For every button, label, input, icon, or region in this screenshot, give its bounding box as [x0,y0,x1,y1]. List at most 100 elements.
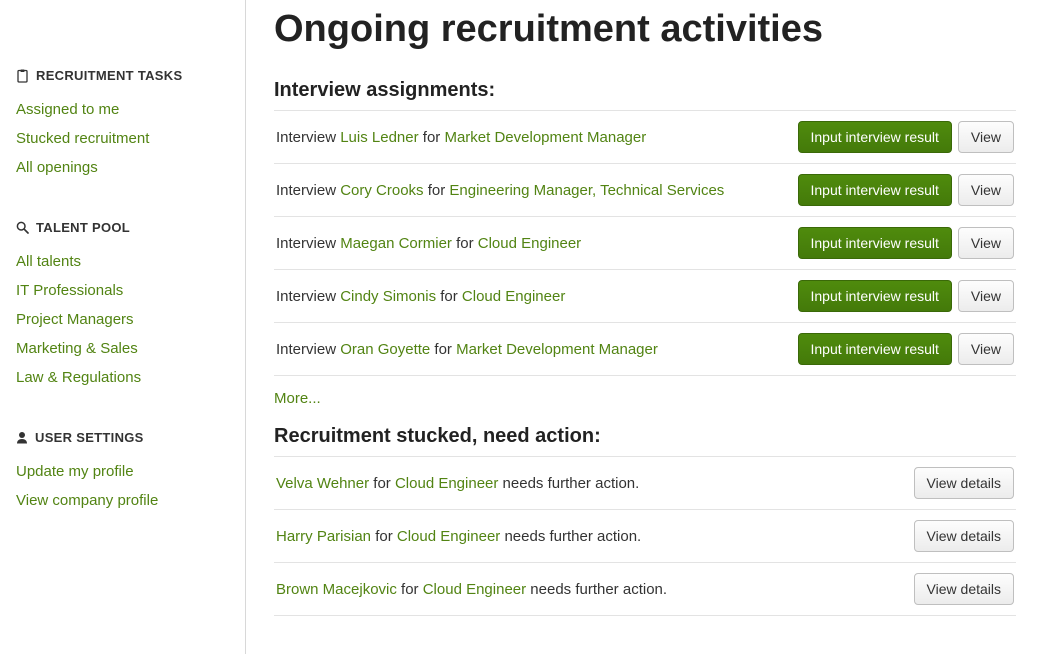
position-link[interactable]: Cloud Engineer [462,288,565,305]
view-button[interactable]: View [958,174,1014,206]
input-interview-result-button[interactable]: Input interview result [798,227,952,259]
text-prefix: Interview [276,341,340,358]
section-heading-interviews: Interview assignments: [274,79,1016,102]
interview-row: Interview Cindy Simonis for Cloud Engine… [274,269,1016,322]
sidebar-item-stucked-recruitment[interactable]: Stucked recruitment [16,124,227,153]
view-details-button[interactable]: View details [914,520,1014,552]
position-link[interactable]: Market Development Manager [456,341,658,358]
more-link[interactable]: More... [274,390,321,407]
interview-row-text: Interview Maegan Cormier for Cloud Engin… [276,235,581,252]
sidebar-heading-user-settings: USER SETTINGS [16,430,227,445]
view-button[interactable]: View [958,121,1014,153]
sidebar-item-view-company-profile[interactable]: View company profile [16,486,227,515]
stucked-row-text: Brown Macejkovic for Cloud Engineer need… [276,581,667,598]
text-for: for [424,182,450,199]
text-prefix: Interview [276,288,340,305]
sidebar-item-all-talents[interactable]: All talents [16,247,227,276]
row-actions: Input interview resultView [798,174,1015,206]
interview-row-text: Interview Luis Ledner for Market Develop… [276,129,646,146]
section-heading-stucked: Recruitment stucked, need action: [274,425,1016,448]
interview-row: Interview Maegan Cormier for Cloud Engin… [274,216,1016,269]
sidebar-item-law-regulations[interactable]: Law & Regulations [16,363,227,392]
row-actions: View details [914,467,1014,499]
main-content: Ongoing recruitment activities Interview… [246,0,1044,654]
input-interview-result-button[interactable]: Input interview result [798,174,952,206]
position-link[interactable]: Cloud Engineer [397,528,500,545]
sidebar-heading-label: TALENT POOL [36,220,130,235]
input-interview-result-button[interactable]: Input interview result [798,280,952,312]
sidebar-section-user-settings: USER SETTINGS Update my profile View com… [16,430,227,515]
text-suffix: needs further action. [498,475,639,492]
sidebar-section-recruitment-tasks: RECRUITMENT TASKS Assigned to me Stucked… [16,68,227,182]
stucked-row-text: Harry Parisian for Cloud Engineer needs … [276,528,641,545]
stucked-row: Velva Wehner for Cloud Engineer needs fu… [274,456,1016,509]
text-for: for [430,341,456,358]
input-interview-result-button[interactable]: Input interview result [798,121,952,153]
row-actions: View details [914,520,1014,552]
text-prefix: Interview [276,235,340,252]
stucked-row: Harry Parisian for Cloud Engineer needs … [274,509,1016,562]
candidate-link[interactable]: Oran Goyette [340,341,430,358]
text-for: for [419,129,445,146]
text-prefix: Interview [276,182,340,199]
sidebar-heading-label: RECRUITMENT TASKS [36,68,182,83]
row-actions: View details [914,573,1014,605]
candidate-link[interactable]: Maegan Cormier [340,235,452,252]
text-for: for [369,475,395,492]
position-link[interactable]: Cloud Engineer [395,475,498,492]
interview-list: Interview Luis Ledner for Market Develop… [274,110,1016,376]
section-interview-assignments: Interview assignments: Interview Luis Le… [274,79,1016,425]
sidebar-item-it-professionals[interactable]: IT Professionals [16,276,227,305]
text-for: for [436,288,462,305]
position-link[interactable]: Market Development Manager [444,129,646,146]
view-details-button[interactable]: View details [914,573,1014,605]
candidate-link[interactable]: Cindy Simonis [340,288,436,305]
position-link[interactable]: Cloud Engineer [478,235,581,252]
text-suffix: needs further action. [526,581,667,598]
row-actions: Input interview resultView [798,121,1015,153]
text-prefix: Interview [276,129,340,146]
stucked-list: Velva Wehner for Cloud Engineer needs fu… [274,456,1016,616]
sidebar-item-all-openings[interactable]: All openings [16,153,227,182]
interview-row: Interview Cory Crooks for Engineering Ma… [274,163,1016,216]
position-link[interactable]: Engineering Manager, Technical Services [449,182,724,199]
text-for: for [371,528,397,545]
text-for: for [397,581,423,598]
view-button[interactable]: View [958,227,1014,259]
search-icon [16,221,29,234]
sidebar-heading-recruitment-tasks: RECRUITMENT TASKS [16,68,227,83]
candidate-link[interactable]: Harry Parisian [276,528,371,545]
candidate-link[interactable]: Brown Macejkovic [276,581,397,598]
view-details-button[interactable]: View details [914,467,1014,499]
sidebar-item-project-managers[interactable]: Project Managers [16,305,227,334]
clipboard-icon [16,69,29,83]
sidebar-heading-talent-pool: TALENT POOL [16,220,227,235]
row-actions: Input interview resultView [798,280,1015,312]
interview-row: Interview Oran Goyette for Market Develo… [274,322,1016,376]
text-suffix: needs further action. [500,528,641,545]
interview-row-text: Interview Cindy Simonis for Cloud Engine… [276,288,565,305]
sidebar: RECRUITMENT TASKS Assigned to me Stucked… [16,0,246,654]
section-stucked: Recruitment stucked, need action: Velva … [274,425,1016,616]
position-link[interactable]: Cloud Engineer [423,581,526,598]
user-icon [16,431,28,444]
interview-row: Interview Luis Ledner for Market Develop… [274,110,1016,163]
interview-row-text: Interview Cory Crooks for Engineering Ma… [276,182,724,199]
sidebar-section-talent-pool: TALENT POOL All talents IT Professionals… [16,220,227,392]
sidebar-item-marketing-sales[interactable]: Marketing & Sales [16,334,227,363]
sidebar-item-assigned-to-me[interactable]: Assigned to me [16,95,227,124]
candidate-link[interactable]: Luis Ledner [340,129,418,146]
candidate-link[interactable]: Cory Crooks [340,182,423,199]
view-button[interactable]: View [958,280,1014,312]
row-actions: Input interview resultView [798,333,1015,365]
page-title: Ongoing recruitment activities [274,8,1016,51]
candidate-link[interactable]: Velva Wehner [276,475,369,492]
text-for: for [452,235,478,252]
input-interview-result-button[interactable]: Input interview result [798,333,952,365]
row-actions: Input interview resultView [798,227,1015,259]
sidebar-heading-label: USER SETTINGS [35,430,144,445]
view-button[interactable]: View [958,333,1014,365]
sidebar-item-update-profile[interactable]: Update my profile [16,457,227,486]
stucked-row-text: Velva Wehner for Cloud Engineer needs fu… [276,475,639,492]
stucked-row: Brown Macejkovic for Cloud Engineer need… [274,562,1016,616]
